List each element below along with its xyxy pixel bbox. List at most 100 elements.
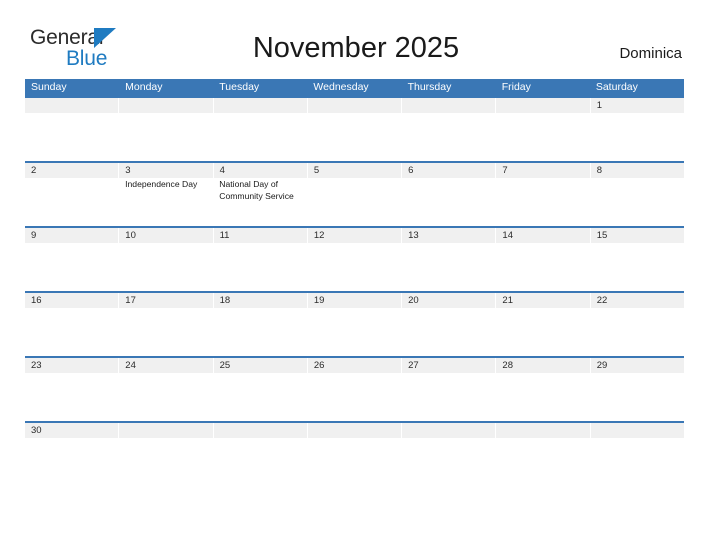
- day-event: [307, 308, 401, 356]
- day-number[interactable]: [402, 423, 496, 438]
- day-number[interactable]: 16: [25, 293, 119, 308]
- day-number[interactable]: 2: [25, 163, 119, 178]
- day-event: [213, 243, 307, 291]
- week-row: 16 17 18 19 20 21 22: [25, 291, 684, 356]
- day-event: [496, 438, 590, 449]
- calendar-grid: Sunday Monday Tuesday Wednesday Thursday…: [25, 79, 684, 449]
- day-event: [590, 373, 684, 421]
- day-event: [307, 373, 401, 421]
- day-event: [307, 438, 401, 449]
- day-event: [25, 113, 119, 161]
- day-number[interactable]: [25, 98, 119, 113]
- day-event: [119, 438, 213, 449]
- day-number[interactable]: 22: [590, 293, 684, 308]
- page-header: General Blue November 2025 Dominica: [0, 0, 712, 70]
- weekday-saturday: Saturday: [595, 81, 638, 93]
- day-event: [590, 113, 684, 161]
- country-label: Dominica: [619, 45, 682, 62]
- day-number[interactable]: 26: [307, 358, 402, 373]
- day-number[interactable]: 5: [307, 163, 402, 178]
- day-number[interactable]: 14: [496, 228, 590, 243]
- day-number[interactable]: [496, 423, 590, 438]
- day-number[interactable]: 28: [496, 358, 590, 373]
- day-number[interactable]: 20: [402, 293, 496, 308]
- day-event: [496, 373, 590, 421]
- day-number[interactable]: 6: [402, 163, 496, 178]
- day-event-strip: [25, 373, 684, 421]
- week-row: 1: [25, 96, 684, 161]
- day-event: [402, 373, 496, 421]
- day-event-strip: [25, 308, 684, 356]
- day-event: [496, 178, 590, 226]
- day-event: [25, 438, 119, 449]
- day-number[interactable]: 21: [496, 293, 590, 308]
- day-event: [119, 243, 213, 291]
- day-number[interactable]: [402, 98, 496, 113]
- day-event: [25, 178, 119, 226]
- weekday-tuesday: Tuesday: [219, 81, 260, 93]
- day-event: [25, 373, 119, 421]
- page-title: November 2025: [252, 32, 460, 64]
- day-number[interactable]: 4: [213, 163, 307, 178]
- day-event: [496, 308, 590, 356]
- day-number[interactable]: 13: [402, 228, 496, 243]
- day-number[interactable]: 9: [25, 228, 119, 243]
- day-number[interactable]: 11: [213, 228, 307, 243]
- day-number[interactable]: 1: [590, 98, 684, 113]
- day-event: National Day of Community Service: [219, 179, 294, 201]
- day-event-strip: Independence Day National Day of Communi…: [25, 178, 684, 226]
- day-event: [402, 438, 496, 449]
- day-number[interactable]: [590, 423, 684, 438]
- day-number[interactable]: [213, 98, 307, 113]
- day-number[interactable]: 24: [119, 358, 213, 373]
- day-number-strip: 16 17 18 19 20 21 22: [25, 293, 684, 308]
- day-number[interactable]: 18: [213, 293, 307, 308]
- day-number[interactable]: [307, 98, 402, 113]
- weekday-monday: Monday: [125, 81, 163, 93]
- day-event-strip: [25, 438, 684, 449]
- day-number[interactable]: [119, 98, 213, 113]
- day-event: [213, 113, 307, 161]
- day-number[interactable]: 15: [590, 228, 684, 243]
- day-event: [402, 308, 496, 356]
- day-number[interactable]: 25: [213, 358, 307, 373]
- day-number[interactable]: 3: [119, 163, 213, 178]
- day-number[interactable]: 19: [307, 293, 402, 308]
- weekday-thursday: Thursday: [407, 81, 452, 93]
- day-number[interactable]: 8: [590, 163, 684, 178]
- day-number[interactable]: 23: [25, 358, 119, 373]
- day-event: Independence Day: [125, 179, 198, 189]
- day-number[interactable]: [496, 98, 590, 113]
- day-event: [307, 178, 401, 226]
- week-row: 2 3 4 5 6 7 8 Independence Day National …: [25, 161, 684, 226]
- day-number[interactable]: 7: [496, 163, 590, 178]
- day-event: [402, 243, 496, 291]
- day-event-strip: [25, 243, 684, 291]
- day-event-strip: [25, 113, 684, 161]
- week-row: 30: [25, 421, 684, 449]
- day-number[interactable]: 10: [119, 228, 213, 243]
- day-number-strip: 2 3 4 5 6 7 8: [25, 163, 684, 178]
- day-event: [25, 243, 119, 291]
- day-event: [119, 113, 213, 161]
- day-event: [307, 243, 401, 291]
- day-event: [496, 243, 590, 291]
- week-row: 23 24 25 26 27 28 29: [25, 356, 684, 421]
- day-event: [590, 438, 684, 449]
- day-number[interactable]: 27: [402, 358, 496, 373]
- day-number[interactable]: [213, 423, 307, 438]
- day-number[interactable]: 12: [307, 228, 402, 243]
- day-number[interactable]: 17: [119, 293, 213, 308]
- day-number[interactable]: 30: [25, 423, 119, 438]
- week-row: 9 10 11 12 13 14 15: [25, 226, 684, 291]
- day-number-strip: 23 24 25 26 27 28 29: [25, 358, 684, 373]
- day-event: [590, 243, 684, 291]
- day-number-strip: 30: [25, 423, 684, 438]
- day-number-strip: 9 10 11 12 13 14 15: [25, 228, 684, 243]
- day-number[interactable]: [119, 423, 213, 438]
- day-event: [496, 113, 590, 161]
- day-number[interactable]: [307, 423, 402, 438]
- day-event: [307, 113, 401, 161]
- day-number[interactable]: 29: [590, 358, 684, 373]
- day-event: [213, 373, 307, 421]
